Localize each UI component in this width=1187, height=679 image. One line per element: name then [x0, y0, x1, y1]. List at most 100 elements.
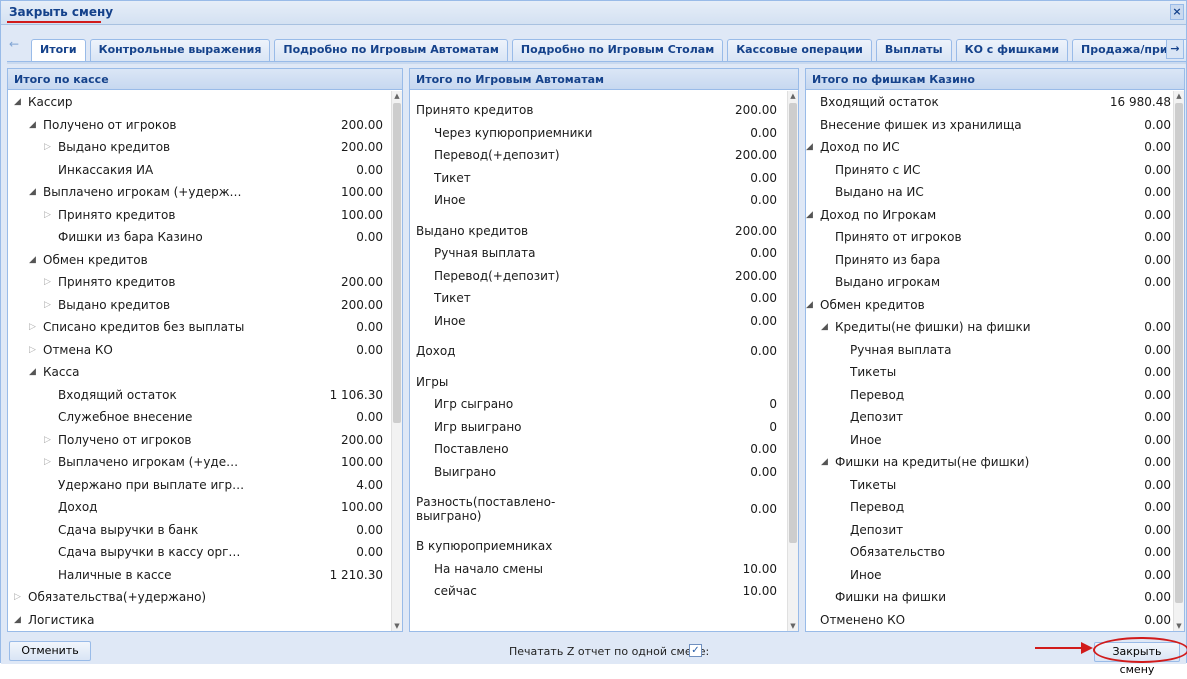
cancel-button[interactable]: Отменить: [9, 641, 91, 661]
collapsed-arrow-icon[interactable]: ▷: [29, 316, 41, 339]
list-item[interactable]: Фишки из бара Казино 0.00: [8, 226, 391, 249]
list-item[interactable]: ◢ Выплачено игрокам (+удерж… 100.00: [8, 181, 391, 204]
tab-4[interactable]: Кассовые операции: [727, 39, 872, 61]
cash-scrollbar[interactable]: ▲ ▼: [391, 91, 402, 631]
list-item[interactable]: Иное 0.00: [806, 564, 1173, 587]
list-item[interactable]: ▷ Списано кредитов без выплаты 0.00: [8, 316, 391, 339]
scroll-down-icon[interactable]: ▼: [1174, 621, 1184, 631]
list-item[interactable]: Иное 0.00: [806, 429, 1173, 452]
list-item[interactable]: Наличные в кассе 1 210.30: [8, 564, 391, 587]
list-item[interactable]: Перевод 0.00: [806, 496, 1173, 519]
scroll-up-icon[interactable]: ▲: [788, 91, 798, 101]
list-item[interactable]: Выдано на ИС 0.00: [806, 181, 1173, 204]
list-item[interactable]: Выдано игрокам 0.00: [806, 271, 1173, 294]
list-item[interactable]: Ручная выплата 0.00: [410, 242, 787, 265]
list-item[interactable]: ▷ Принято кредитов 100.00: [8, 204, 391, 227]
list-item[interactable]: Обязательство 0.00: [806, 541, 1173, 564]
list-item[interactable]: Внесение фишек из хранилища 0.00: [806, 114, 1173, 137]
list-item[interactable]: ▷ Обязательства(+удержано): [8, 586, 391, 609]
list-item[interactable]: Депозит 0.00: [806, 406, 1173, 429]
collapsed-arrow-icon[interactable]: ▷: [29, 339, 41, 362]
expanded-arrow-icon[interactable]: ◢: [29, 361, 41, 384]
list-item[interactable]: На начало смены 10.00: [410, 558, 787, 581]
collapsed-arrow-icon[interactable]: ▷: [14, 586, 26, 609]
list-item[interactable]: ▷ Выдано кредитов 200.00: [8, 136, 391, 159]
expanded-arrow-icon[interactable]: ◢: [29, 181, 41, 204]
list-item[interactable]: ▷ Принято кредитов 200.00: [8, 271, 391, 294]
expanded-arrow-icon[interactable]: ◢: [806, 294, 818, 317]
list-item[interactable]: Принято от игроков 0.00: [806, 226, 1173, 249]
tab-scroll-left-icon[interactable]: ←: [9, 37, 19, 51]
list-item[interactable]: Сдача выручки в кассу орг… 0.00: [8, 541, 391, 564]
scroll-down-icon[interactable]: ▼: [392, 621, 402, 631]
list-item[interactable]: Принято с ИС 0.00: [806, 159, 1173, 182]
list-item[interactable]: Инкассакия ИА 0.00: [8, 159, 391, 182]
collapsed-arrow-icon[interactable]: ▷: [44, 271, 56, 294]
expanded-arrow-icon[interactable]: ◢: [14, 91, 26, 114]
collapsed-arrow-icon[interactable]: ▷: [44, 204, 56, 227]
scroll-up-icon[interactable]: ▲: [1174, 91, 1184, 101]
expanded-arrow-icon[interactable]: ◢: [29, 249, 41, 272]
collapsed-arrow-icon[interactable]: ▷: [44, 136, 56, 159]
list-item[interactable]: Тикеты 0.00: [806, 474, 1173, 497]
list-item[interactable]: Через купюроприемники 0.00: [410, 122, 787, 145]
list-item[interactable]: Игр сыграно 0: [410, 393, 787, 416]
tab-3[interactable]: Подробно по Игровым Столам: [511, 39, 724, 61]
list-item[interactable]: Доход 100.00: [8, 496, 391, 519]
list-item[interactable]: Удержано при выплате игр… 4.00: [8, 474, 391, 497]
list-item[interactable]: Ручная выплата 0.00: [806, 339, 1173, 362]
expanded-arrow-icon[interactable]: ◢: [29, 114, 41, 137]
list-item[interactable]: Входящий остаток 16 980.48: [806, 91, 1173, 114]
list-item[interactable]: Тикет 0.00: [410, 287, 787, 310]
list-item[interactable]: сейчас 10.00: [410, 580, 787, 603]
scroll-up-icon[interactable]: ▲: [392, 91, 402, 101]
list-item[interactable]: Доход 0.00: [410, 340, 787, 363]
expanded-arrow-icon[interactable]: ◢: [806, 136, 818, 159]
scroll-thumb[interactable]: [789, 103, 797, 543]
tab-6[interactable]: КО с фишками: [955, 39, 1069, 61]
tab-1[interactable]: Контрольные выражения: [89, 39, 271, 61]
list-item[interactable]: Перевод 0.00: [806, 384, 1173, 407]
list-item[interactable]: Тикет 0.00: [410, 167, 787, 190]
list-item[interactable]: Сдача выручки в банк 0.00: [8, 519, 391, 542]
expanded-arrow-icon[interactable]: ◢: [821, 451, 833, 474]
list-item[interactable]: Разность(поставлено- выиграно) 0.00: [410, 491, 787, 527]
list-item[interactable]: ◢ Логистика: [8, 609, 391, 632]
list-item[interactable]: Игры: [410, 371, 787, 394]
list-item[interactable]: ◢ Обмен кредитов: [806, 294, 1173, 317]
chips-scrollbar[interactable]: ▲ ▼: [1173, 91, 1184, 631]
collapsed-arrow-icon[interactable]: ▷: [44, 294, 56, 317]
list-item[interactable]: Принято кредитов 200.00: [410, 99, 787, 122]
machines-scrollbar[interactable]: ▲ ▼: [787, 91, 798, 631]
list-item[interactable]: Выдано кредитов 200.00: [410, 220, 787, 243]
expanded-arrow-icon[interactable]: ◢: [806, 204, 818, 227]
scroll-thumb[interactable]: [393, 103, 401, 423]
list-item[interactable]: Входящий остаток 1 106.30: [8, 384, 391, 407]
list-item[interactable]: Выиграно 0.00: [410, 461, 787, 484]
list-item[interactable]: Игр выиграно 0: [410, 416, 787, 439]
list-item[interactable]: ▷ Отмена КО 0.00: [8, 339, 391, 362]
tab-scroll-right-icon[interactable]: →: [1166, 39, 1184, 59]
list-item[interactable]: Служебное внесение 0.00: [8, 406, 391, 429]
list-item[interactable]: Поставлено 0.00: [410, 438, 787, 461]
collapsed-arrow-icon[interactable]: ▷: [44, 429, 56, 452]
list-item[interactable]: В купюроприемниках: [410, 535, 787, 558]
list-item[interactable]: Отменено КО 0.00: [806, 609, 1173, 632]
list-item[interactable]: Перевод(+депозит) 200.00: [410, 265, 787, 288]
list-item[interactable]: Иное 0.00: [410, 310, 787, 333]
list-item[interactable]: ▷ Получено от игроков 200.00: [8, 429, 391, 452]
list-item[interactable]: ◢ Доход по Игрокам 0.00: [806, 204, 1173, 227]
tab-2[interactable]: Подробно по Игровым Автоматам: [274, 39, 508, 61]
close-icon[interactable]: ×: [1170, 4, 1184, 20]
list-item[interactable]: ◢ Получено от игроков 200.00: [8, 114, 391, 137]
list-item[interactable]: ▷ Выплачено игрокам (+уде… 100.00: [8, 451, 391, 474]
list-item[interactable]: Принято из бара 0.00: [806, 249, 1173, 272]
tab-0[interactable]: Итоги: [31, 39, 86, 61]
scroll-down-icon[interactable]: ▼: [788, 621, 798, 631]
print-z-report-checkbox[interactable]: ✓: [689, 644, 702, 657]
collapsed-arrow-icon[interactable]: ▷: [44, 451, 56, 474]
expanded-arrow-icon[interactable]: ◢: [821, 316, 833, 339]
scroll-thumb[interactable]: [1175, 103, 1183, 603]
list-item[interactable]: ◢ Фишки на кредиты(не фишки) 0.00: [806, 451, 1173, 474]
list-item[interactable]: ◢ Обмен кредитов: [8, 249, 391, 272]
